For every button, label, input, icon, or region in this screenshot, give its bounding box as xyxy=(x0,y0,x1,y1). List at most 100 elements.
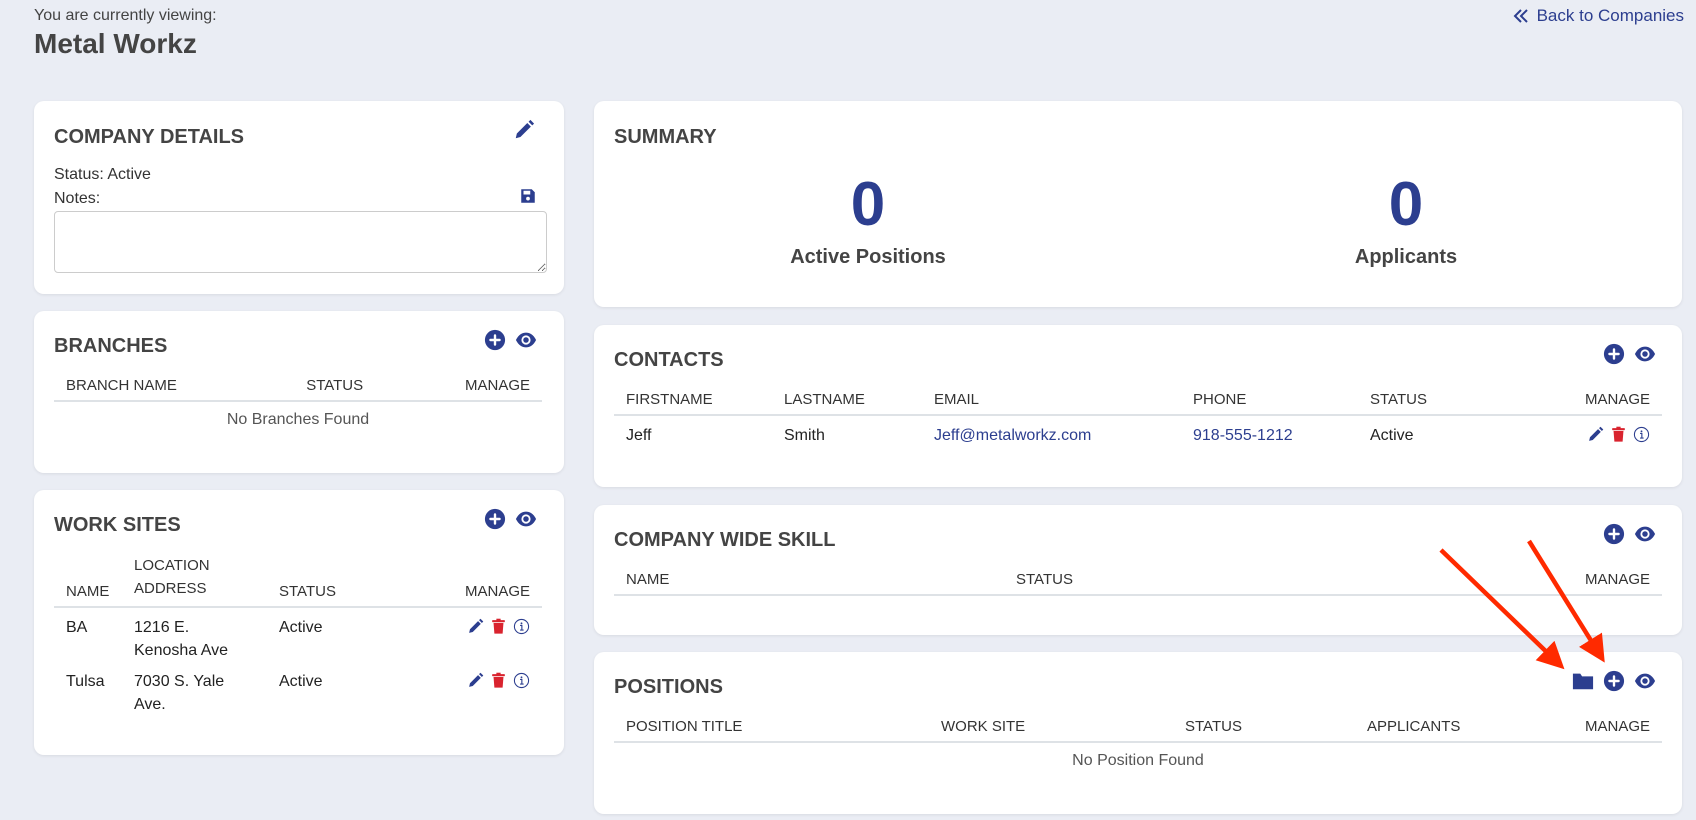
info-circle-icon xyxy=(513,618,530,635)
plus-circle-icon xyxy=(484,329,506,351)
eye-icon xyxy=(1634,670,1656,692)
status-text: Status: Active xyxy=(54,166,151,183)
notes-textarea[interactable] xyxy=(54,211,547,273)
column-header: APPLICANTS xyxy=(1355,718,1530,743)
eye-icon xyxy=(515,329,537,351)
site-status: Active xyxy=(279,619,323,636)
delete-button[interactable] xyxy=(490,618,507,635)
view-skills-button[interactable] xyxy=(1634,523,1656,545)
active-positions-count: 0 xyxy=(850,170,886,239)
contact-firstname: Jeff xyxy=(626,427,652,444)
add-contact-button[interactable] xyxy=(1603,343,1625,365)
positions-folder-button[interactable] xyxy=(1572,670,1594,692)
card-title: SUMMARY xyxy=(614,126,717,148)
info-button[interactable] xyxy=(1633,426,1650,443)
pencil-icon xyxy=(513,119,535,141)
column-header: FIRSTNAME xyxy=(614,391,772,416)
company-wide-skill-card: COMPANY WIDE SKILL NAME STATUS MANAGE xyxy=(594,505,1682,635)
card-title: COMPANY DETAILS xyxy=(54,126,245,148)
column-header: MANAGE xyxy=(1317,571,1662,596)
edit-button[interactable] xyxy=(467,618,484,635)
add-skill-button[interactable] xyxy=(1603,523,1625,545)
pencil-icon xyxy=(1587,426,1604,443)
edit-button[interactable] xyxy=(467,672,484,689)
branches-card: BRANCHES BRANCH NAME STATUS MANAGE No Br… xyxy=(34,311,564,473)
view-branches-button[interactable] xyxy=(515,329,537,351)
column-header: STATUS xyxy=(1004,571,1318,596)
site-name: Tulsa xyxy=(66,673,105,690)
trash-icon xyxy=(1610,426,1627,443)
delete-button[interactable] xyxy=(1610,426,1627,443)
branches-table: BRANCH NAME STATUS MANAGE No Branches Fo… xyxy=(54,377,542,431)
add-branch-button[interactable] xyxy=(484,329,506,351)
work-sites-table: NAME LOCATION ADDRESS STATUS MANAGE BA 1… xyxy=(54,554,542,716)
add-position-button[interactable] xyxy=(1603,670,1625,692)
delete-button[interactable] xyxy=(490,672,507,689)
applicants-label: Applicants xyxy=(1354,246,1458,268)
view-positions-button[interactable] xyxy=(1634,670,1656,692)
info-circle-icon xyxy=(513,672,530,689)
floppy-disk-icon xyxy=(519,187,537,205)
card-title: COMPANY WIDE SKILL xyxy=(614,529,836,551)
table-row: BA 1216 E. Kenosha Ave Active xyxy=(54,607,542,662)
folder-icon xyxy=(1572,670,1594,692)
contact-email-link[interactable]: Jeff@metalworkz.com xyxy=(922,415,1181,447)
column-header: MANAGE xyxy=(1529,718,1662,743)
notes-label: Notes: xyxy=(54,190,101,207)
table-row: Jeff Smith Jeff@metalworkz.com 918-555-1… xyxy=(614,415,1662,447)
work-sites-card: WORK SITES NAME LOCATION ADDRESS STATUS … xyxy=(34,490,564,755)
column-header: MANAGE xyxy=(1502,391,1662,416)
column-header: MANAGE xyxy=(399,377,542,402)
active-positions-label: Active Positions xyxy=(790,246,946,268)
column-header: STATUS xyxy=(1358,391,1503,416)
back-to-companies-link[interactable]: Back to Companies xyxy=(1513,6,1684,26)
column-header: STATUS xyxy=(1173,718,1355,743)
company-details-card: COMPANY DETAILS Status: Active Notes: xyxy=(34,101,564,294)
view-work-sites-button[interactable] xyxy=(515,508,537,530)
column-header: NAME xyxy=(54,554,122,608)
column-header: PHONE xyxy=(1181,391,1358,416)
contacts-card: CONTACTS FIRSTNAME LASTNAME EMAIL PHONE … xyxy=(594,325,1682,487)
site-address: 7030 S. Yale Ave. xyxy=(134,673,225,713)
plus-circle-icon xyxy=(1603,523,1625,545)
save-notes-button[interactable] xyxy=(519,187,537,205)
contact-phone-link[interactable]: 918-555-1212 xyxy=(1181,415,1358,447)
column-header: WORK SITE xyxy=(929,718,1173,743)
card-title: BRANCHES xyxy=(54,335,168,357)
info-button[interactable] xyxy=(513,672,530,689)
pencil-icon xyxy=(467,618,484,635)
contacts-table: FIRSTNAME LASTNAME EMAIL PHONE STATUS MA… xyxy=(614,391,1662,447)
double-chevron-left-icon xyxy=(1513,9,1528,23)
applicants-count: 0 xyxy=(1388,170,1424,239)
company-name: Metal Workz xyxy=(34,28,197,59)
summary-card: SUMMARY 0 Active Positions 0 Applicants xyxy=(594,101,1682,307)
card-title: POSITIONS xyxy=(614,676,723,698)
plus-circle-icon xyxy=(484,508,506,530)
skills-table: NAME STATUS MANAGE xyxy=(614,571,1662,596)
column-header: MANAGE xyxy=(397,554,542,608)
eye-icon xyxy=(515,508,537,530)
plus-circle-icon xyxy=(1603,343,1625,365)
add-work-site-button[interactable] xyxy=(484,508,506,530)
column-header: EMAIL xyxy=(922,391,1181,416)
column-header: STATUS xyxy=(267,554,398,608)
edit-company-button[interactable] xyxy=(513,119,535,141)
column-header: NAME xyxy=(614,571,1004,596)
info-button[interactable] xyxy=(513,618,530,635)
edit-button[interactable] xyxy=(1587,426,1604,443)
column-header: BRANCH NAME xyxy=(54,377,270,402)
trash-icon xyxy=(490,672,507,689)
site-status: Active xyxy=(279,673,323,690)
column-header: STATUS xyxy=(269,377,400,402)
card-title: WORK SITES xyxy=(54,514,181,536)
empty-message: No Position Found xyxy=(1072,752,1204,769)
column-header: POSITION TITLE xyxy=(614,718,929,743)
eye-icon xyxy=(1634,343,1656,365)
view-contacts-button[interactable] xyxy=(1634,343,1656,365)
card-title: CONTACTS xyxy=(614,349,724,371)
table-row: Tulsa 7030 S. Yale Ave. Active xyxy=(54,662,542,716)
site-address: 1216 E. Kenosha Ave xyxy=(134,619,229,659)
contact-status: Active xyxy=(1370,427,1414,444)
info-circle-icon xyxy=(1633,426,1650,443)
positions-table: POSITION TITLE WORK SITE STATUS APPLICAN… xyxy=(614,718,1662,772)
